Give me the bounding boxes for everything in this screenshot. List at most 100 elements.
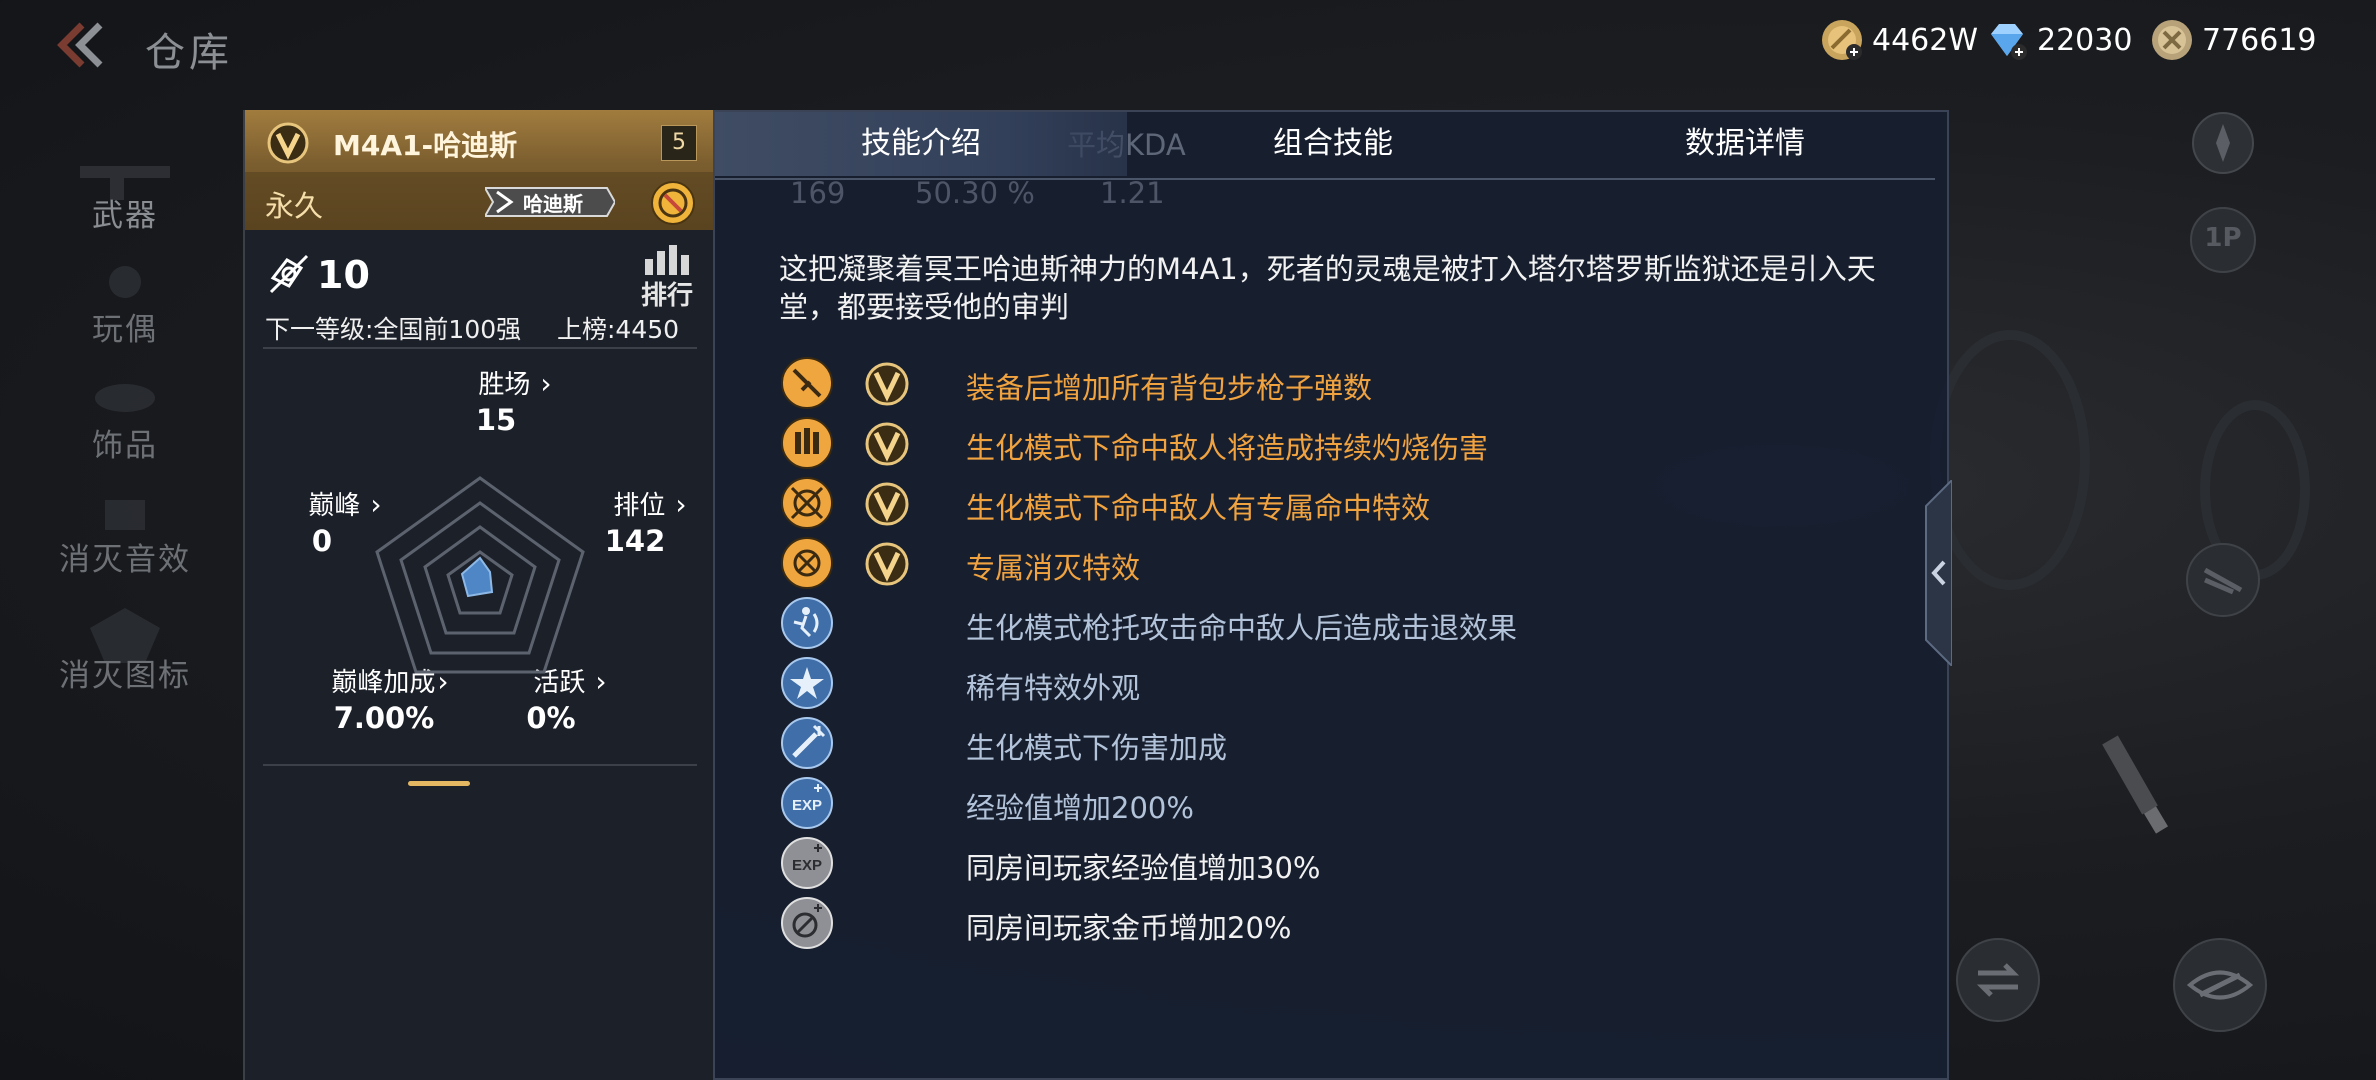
radar-chart xyxy=(375,476,585,674)
skill-text: 专属消灭特效 xyxy=(966,551,1141,585)
kill-effect-icon xyxy=(781,537,833,589)
faded-value: 1.21 xyxy=(1100,176,1165,210)
hit-effect-icon xyxy=(781,477,833,529)
chevron-right-icon: › xyxy=(595,665,607,698)
shooting-target-decoration xyxy=(1930,330,2090,590)
medal-button[interactable] xyxy=(650,180,696,226)
room-exp-icon: EXP xyxy=(781,837,833,889)
skill-row: 生化模式下命中敌人将造成持续灼烧伤害 xyxy=(780,416,1900,472)
page-title: 仓库 xyxy=(145,30,233,76)
skill-row: EXP 同房间玩家经验值增加30% xyxy=(780,836,1900,892)
nav-item-kill-icon[interactable]: 消灭图标 xyxy=(30,608,220,718)
knockback-icon xyxy=(781,597,833,649)
compass-icon xyxy=(2192,112,2254,174)
svg-text:EXP: EXP xyxy=(792,797,822,814)
hades-tag-label: 哈迪斯 xyxy=(523,192,583,216)
tab-combo-skills[interactable]: 组合技能 xyxy=(1127,112,1539,176)
skill-row: 生化模式枪托攻击命中敌人后造成击退效果 xyxy=(780,596,1900,652)
nav-label: 消灭音效 xyxy=(59,542,191,578)
skill-text: 生化模式下伤害加成 xyxy=(966,731,1228,765)
chevron-right-icon: › xyxy=(540,367,552,400)
stat-label: 巅峰 xyxy=(308,491,361,521)
rank-number: 10 xyxy=(317,253,370,297)
vip-v-badge-icon xyxy=(865,422,909,466)
exp-icon: EXP xyxy=(781,777,833,829)
honor-coin-icon xyxy=(2152,20,2192,60)
gold-coin-icon xyxy=(1822,20,1862,60)
weapon-name: M4A1-哈迪斯 xyxy=(333,129,518,162)
svg-text:EXP: EXP xyxy=(792,857,822,874)
tab-data-details[interactable]: 数据详情 xyxy=(1539,112,1951,176)
skill-text: 同房间玩家经验值增加30% xyxy=(966,851,1321,885)
currency-honor[interactable]: 776619 xyxy=(2150,18,2317,62)
nav-item-dolls[interactable]: 玩偶 xyxy=(30,262,220,372)
rank-badge-icon xyxy=(269,254,309,294)
one-player-label: 1P xyxy=(2204,223,2242,253)
nav-label: 玩偶 xyxy=(92,312,158,348)
skill-text: 生化模式下命中敌人将造成持续灼烧伤害 xyxy=(966,431,1489,465)
one-player-button[interactable]: 1P xyxy=(2188,205,2258,275)
skill-row: 生化模式下伤害加成 xyxy=(780,716,1900,772)
faded-value: 50.30 % xyxy=(915,176,1035,210)
weapon-card-header: M4A1-哈迪斯 5 永久 哈迪斯 xyxy=(245,110,715,230)
page-indicator xyxy=(408,781,470,786)
leaderboard-score: 上榜:4450 xyxy=(557,315,680,344)
skill-row: 同房间玩家金币增加20% xyxy=(780,896,1900,952)
bullet-item[interactable] xyxy=(2080,720,2200,850)
view-weapon-button[interactable] xyxy=(2170,935,2270,1035)
swap-weapon-button[interactable] xyxy=(1953,935,2043,1025)
nav-item-kill-sound[interactable]: 消灭音效 xyxy=(30,492,220,602)
back-arrow-icon xyxy=(57,22,103,68)
medal-icon xyxy=(651,181,695,225)
bullet-icon xyxy=(2102,735,2169,834)
leaderboard-label: 排行 xyxy=(640,281,693,311)
skill-text: 生化模式下命中敌人有专属命中特效 xyxy=(966,491,1431,525)
vip-v-badge-icon xyxy=(865,542,909,586)
tab-bar: 场次 平均KDA 技能介绍 组合技能 数据详情 169 50.30 % 1.21 xyxy=(715,112,1951,210)
wings-button[interactable] xyxy=(2183,540,2263,620)
stat-label: 排位 xyxy=(613,491,666,521)
gold-amount: 4462W xyxy=(1872,22,1979,58)
vip-v-badge-icon xyxy=(267,122,309,164)
nav-label: 饰品 xyxy=(92,428,158,464)
nav-label: 武器 xyxy=(92,198,158,234)
star-icon xyxy=(781,657,833,709)
currency-gold[interactable]: 4462W xyxy=(1820,18,1978,62)
ownership-duration: 永久 xyxy=(265,189,324,223)
swap-icon xyxy=(1956,938,2040,1022)
skill-text: 稀有特效外观 xyxy=(966,671,1141,705)
collapse-panel-button[interactable] xyxy=(1920,477,1953,669)
chevron-right-icon: › xyxy=(675,488,687,521)
top-bar: 仓库 4462W 22030 776619 xyxy=(0,0,2376,100)
vip-v-badge-icon xyxy=(865,362,909,406)
stat-wins[interactable]: 胜场 › 15 xyxy=(445,364,585,437)
bullets-icon xyxy=(781,417,833,469)
skill-text: 经验值增加200% xyxy=(966,791,1194,825)
tab-underline xyxy=(715,178,1935,180)
skill-text: 生化模式枪托攻击命中敌人后造成击退效果 xyxy=(966,611,1518,645)
nav-item-accessories[interactable]: 饰品 xyxy=(30,378,220,488)
faded-value: 169 xyxy=(790,176,846,210)
tab-skill-intro[interactable]: 技能介绍 xyxy=(715,112,1127,176)
next-level-text: 下一等级:全国前100强 xyxy=(265,315,522,344)
nav-item-weapons[interactable]: 武器 xyxy=(30,148,220,258)
compass-button[interactable] xyxy=(2190,110,2256,176)
bar-chart-icon xyxy=(645,245,689,275)
hades-tag[interactable]: 哈迪斯 xyxy=(485,184,615,220)
skill-text: 装备后增加所有背包步枪子弹数 xyxy=(966,371,1373,405)
stat-ranking[interactable]: 排位 › 142 xyxy=(585,485,715,558)
nav-label: 消灭图标 xyxy=(59,658,191,694)
room-coin-icon xyxy=(781,897,833,949)
radar-value-shape xyxy=(460,556,494,598)
leaderboard-button[interactable]: 排行 xyxy=(637,245,697,311)
wings-icon xyxy=(2186,543,2260,617)
weapon-description: 这把凝聚着冥王哈迪斯神力的M4A1，死者的灵魂是被打入塔尔塔罗斯监狱还是引入天堂… xyxy=(779,252,1876,324)
currency-diamond[interactable]: 22030 xyxy=(1985,18,2132,62)
weapon-level-badge: 5 xyxy=(661,125,697,161)
stat-value: 0% xyxy=(526,701,576,735)
divider xyxy=(263,347,697,349)
honor-amount: 776619 xyxy=(2202,22,2317,58)
skill-panel: 场次 平均KDA 技能介绍 组合技能 数据详情 169 50.30 % 1.21… xyxy=(713,110,1949,1080)
back-button[interactable] xyxy=(52,20,112,70)
stat-value: 15 xyxy=(475,403,517,437)
